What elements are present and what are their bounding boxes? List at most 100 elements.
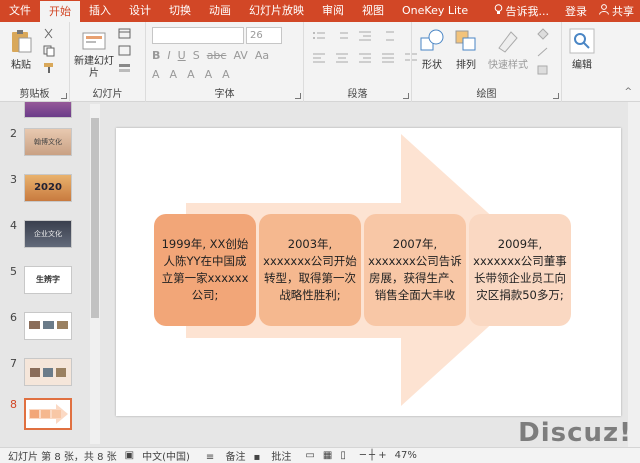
new-slide-button[interactable]: 新建幻灯片 bbox=[74, 28, 114, 80]
tab-home[interactable]: 开始 bbox=[40, 1, 80, 22]
shapes-icon bbox=[419, 28, 445, 54]
thumbnail-scrollbar[interactable] bbox=[90, 104, 100, 444]
tab-design[interactable]: 设计 bbox=[120, 0, 160, 22]
copy-icon[interactable] bbox=[42, 45, 56, 57]
thumbnail-photos-icon bbox=[30, 368, 66, 377]
numbering-icon[interactable] bbox=[335, 30, 349, 42]
comments-button[interactable]: ▪ 批注 bbox=[253, 448, 291, 463]
clipboard-group-label: 剪贴板 bbox=[19, 89, 50, 100]
slide-scrollbar[interactable] bbox=[628, 102, 640, 447]
timeline-box-2003[interactable]: 2003年, xxxxxxx公司开始转型，取得第一次战略性胜利; bbox=[259, 214, 361, 326]
paste-button[interactable]: 粘贴 bbox=[6, 28, 36, 71]
reset-icon[interactable] bbox=[118, 45, 132, 57]
arrange-button[interactable]: 排列 bbox=[452, 28, 480, 71]
section-icon[interactable] bbox=[118, 62, 132, 74]
normal-view-icon[interactable]: ▭ bbox=[305, 450, 314, 461]
share-button[interactable]: 共享 bbox=[593, 3, 640, 19]
clipboard-launcher[interactable] bbox=[61, 93, 67, 99]
thumbnail-scrollbar-thumb[interactable] bbox=[91, 118, 99, 318]
slide-thumbnail-4[interactable]: 企业文化 bbox=[24, 220, 72, 248]
change-case-icon[interactable]: Aa bbox=[255, 49, 269, 62]
font-launcher[interactable] bbox=[295, 93, 301, 99]
char-spacing-icon[interactable]: AV bbox=[233, 49, 247, 62]
underline-icon[interactable]: U bbox=[178, 49, 186, 62]
shapes-label: 形状 bbox=[422, 60, 442, 71]
status-bar: 幻灯片 第 8 张，共 8 张 ▣ 中文(中国) ≡ 备注 ▪ 批注 ▭ ▦ ▯… bbox=[0, 447, 640, 463]
align-center-icon[interactable] bbox=[335, 52, 349, 64]
language-info[interactable]: 中文(中国) bbox=[142, 448, 190, 463]
tab-file[interactable]: 文件 bbox=[0, 0, 40, 22]
edit-label: 编辑 bbox=[572, 60, 592, 71]
drawing-group: 形状 排列 快速样式 绘图 bbox=[412, 22, 562, 102]
slide-thumbnail-3[interactable]: 2020 bbox=[24, 174, 72, 202]
zoom-slider[interactable]: ─ ┼ + bbox=[360, 450, 387, 461]
timeline-box-2009[interactable]: 2009年, xxxxxxx公司董事长带领企业员工向灾区捐款50多万; bbox=[469, 214, 571, 326]
drawing-launcher[interactable] bbox=[553, 93, 559, 99]
notes-button[interactable]: ≡ 备注 bbox=[206, 448, 246, 463]
spellcheck-icon[interactable]: ▣ bbox=[125, 450, 134, 461]
tab-onekey[interactable]: OneKey Lite bbox=[393, 0, 477, 22]
shrink-font-icon[interactable]: A bbox=[205, 68, 213, 81]
tab-insert[interactable]: 插入 bbox=[80, 0, 120, 22]
font-group-label: 字体 bbox=[214, 89, 235, 100]
tell-me-box[interactable]: 告诉我... bbox=[494, 3, 560, 19]
zoom-level[interactable]: 47% bbox=[395, 450, 417, 461]
italic-icon[interactable]: I bbox=[167, 49, 170, 62]
font-group: 26 B I U S abc AV Aa A A A A A 字体 bbox=[146, 22, 304, 102]
thumbnail-photos-icon bbox=[29, 321, 68, 329]
align-left-icon[interactable] bbox=[312, 52, 326, 64]
layout-icon[interactable] bbox=[118, 28, 132, 40]
clear-format-icon[interactable]: A bbox=[222, 68, 230, 81]
collapse-ribbon-icon[interactable]: ^ bbox=[624, 87, 632, 97]
shape-fill-icon[interactable] bbox=[536, 28, 550, 40]
tab-animations[interactable]: 动画 bbox=[200, 0, 240, 22]
shapes-button[interactable]: 形状 bbox=[418, 28, 446, 71]
drawing-group-label: 绘图 bbox=[476, 89, 497, 100]
quick-styles-button[interactable]: 快速样式 bbox=[486, 28, 530, 71]
tab-review[interactable]: 审阅 bbox=[313, 0, 353, 22]
shadow-icon[interactable]: S bbox=[193, 49, 200, 62]
paragraph-group: 段落 bbox=[304, 22, 417, 102]
paste-label: 粘贴 bbox=[11, 60, 31, 71]
font-color-icon[interactable]: A bbox=[152, 68, 160, 81]
highlight-icon[interactable]: A bbox=[170, 68, 178, 81]
slide-canvas[interactable]: 1999年, XX创始人陈YY在中国成立第一家xxxxxx公司; 2003年, … bbox=[116, 128, 621, 416]
tab-slideshow[interactable]: 幻灯片放映 bbox=[240, 0, 313, 22]
slide-number-2: 2 bbox=[10, 127, 17, 140]
login-link[interactable]: 登录 bbox=[559, 3, 593, 19]
clipboard-icon bbox=[8, 28, 34, 54]
shape-effects-icon[interactable] bbox=[536, 64, 550, 76]
slide-thumbnail-5[interactable]: 生辨字 bbox=[24, 266, 72, 294]
reading-view-icon[interactable]: ▯ bbox=[340, 450, 346, 461]
timeline-box-2007[interactable]: 2007年, xxxxxxx公司告诉房展，获得生产、销售全面大丰收 bbox=[364, 214, 466, 326]
slide-number-4: 4 bbox=[10, 219, 17, 232]
timeline-text-2009: 2009年, xxxxxxx公司董事长带领企业员工向灾区捐款50多万; bbox=[473, 237, 567, 302]
timeline-box-1999[interactable]: 1999年, XX创始人陈YY在中国成立第一家xxxxxx公司; bbox=[154, 214, 256, 326]
slide-number-6: 6 bbox=[10, 311, 17, 324]
grow-font-icon[interactable]: A bbox=[187, 68, 195, 81]
tab-view[interactable]: 视图 bbox=[353, 0, 393, 22]
font-name-input[interactable] bbox=[152, 27, 244, 44]
edit-button[interactable]: 编辑 bbox=[568, 28, 596, 71]
align-right-icon[interactable] bbox=[358, 52, 372, 64]
bold-icon[interactable]: B bbox=[152, 49, 160, 62]
thumbnail-arrow-icon bbox=[29, 404, 68, 424]
tab-transitions[interactable]: 切换 bbox=[160, 0, 200, 22]
line-spacing-icon[interactable] bbox=[381, 30, 395, 42]
slide-thumbnail-2[interactable]: 翰博文化 bbox=[24, 128, 72, 156]
slide-sorter-icon[interactable]: ▦ bbox=[323, 450, 332, 461]
slide-thumbnail-8[interactable] bbox=[24, 398, 72, 430]
shape-outline-icon[interactable] bbox=[536, 46, 550, 58]
format-painter-icon[interactable] bbox=[42, 62, 56, 74]
font-size-input[interactable]: 26 bbox=[246, 27, 282, 44]
paragraph-launcher[interactable] bbox=[403, 93, 409, 99]
strikethrough-icon[interactable]: abc bbox=[207, 49, 227, 62]
slide-thumbnail-7[interactable] bbox=[24, 358, 72, 386]
slide-number-3: 3 bbox=[10, 173, 17, 186]
slide-thumbnail-1[interactable] bbox=[24, 102, 72, 118]
slide-thumbnail-6[interactable] bbox=[24, 312, 72, 340]
bullets-icon[interactable] bbox=[312, 30, 326, 42]
justify-icon[interactable] bbox=[381, 52, 395, 64]
indent-icon[interactable] bbox=[358, 30, 372, 42]
cut-icon[interactable] bbox=[42, 28, 56, 40]
